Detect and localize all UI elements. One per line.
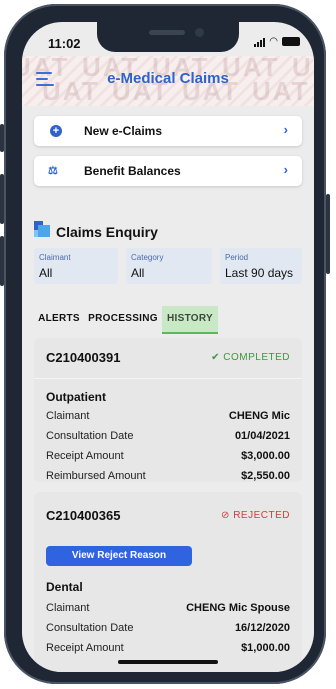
chevron-right-icon: › <box>283 122 288 137</box>
row-label: Claimant <box>46 602 90 614</box>
plus-circle-icon: + <box>50 125 62 137</box>
row-label: Receipt Amount <box>46 450 124 462</box>
wifi-icon: ◠ <box>269 36 278 47</box>
filter-value: Last 90 days <box>225 266 294 280</box>
rejected-icon: ⊘ <box>221 510 230 521</box>
row-value: $3,000.00 <box>241 450 290 462</box>
row-label: Claimant <box>46 410 90 422</box>
row-value: 01/04/2021 <box>234 430 290 442</box>
benefit-balances-button[interactable]: ⚖ Benefit Balances › <box>34 156 302 186</box>
section-title: Claims Enquiry <box>56 224 158 240</box>
check-icon: ✔ <box>211 352 220 363</box>
status-bar: 11:02 ◠ <box>22 32 314 52</box>
category-filter[interactable]: Category All <box>126 248 212 284</box>
filter-value: All <box>131 266 145 280</box>
filter-caption: Claimant <box>39 253 71 262</box>
row-label: Consultation Date <box>46 622 134 634</box>
status-text: COMPLETED <box>223 352 290 363</box>
row-value: CHENG Mic Spouse <box>186 602 290 614</box>
status-badge: ✔ COMPLETED <box>211 352 290 363</box>
signal-icon <box>254 37 266 47</box>
row-label: Consultation Date <box>46 430 134 442</box>
mute-switch <box>0 124 4 152</box>
status-text: REJECTED <box>233 510 290 521</box>
tab-history[interactable]: HISTORY <box>162 306 218 334</box>
page-title: e-Medical Claims <box>107 70 229 87</box>
claim-type: Outpatient <box>46 390 106 404</box>
claim-type: Dental <box>46 580 83 594</box>
tab-alerts[interactable]: ALERTS <box>36 306 82 332</box>
new-eclaims-button[interactable]: + New e-Claims › <box>34 116 302 146</box>
filter-value: All <box>39 266 53 280</box>
chevron-right-icon: › <box>283 162 288 177</box>
row-value: CHENG Mic <box>228 410 290 422</box>
app-header: UAT UAT UAT UAT UAT UAT UAT UAT UAT e-Me… <box>22 56 314 106</box>
claim-id: C210400365 <box>46 508 121 523</box>
period-filter[interactable]: Period Last 90 days <box>220 248 302 284</box>
claim-id: C210400391 <box>46 350 121 365</box>
row-label: Receipt Amount <box>46 642 124 654</box>
claim-card[interactable]: C210400365 ⊘ REJECTED View Reject Reason… <box>34 492 302 672</box>
volume-up-button <box>0 174 4 224</box>
claimant-filter[interactable]: Claimant All <box>34 248 118 284</box>
claim-card[interactable]: C210400391 ✔ COMPLETED Outpatient Claima… <box>34 338 302 482</box>
status-badge: ⊘ REJECTED <box>221 510 290 521</box>
status-time: 11:02 <box>48 36 81 51</box>
row-value: 16/12/2020 <box>234 622 290 634</box>
claims-enquiry-icon <box>34 221 50 237</box>
row-value: $1,000.00 <box>241 642 290 654</box>
claims-tabs: ALERTS PROCESSING HISTORY <box>22 306 314 334</box>
phone-frame: 11:02 ◠ UAT UAT UAT UAT UAT UAT UAT UAT … <box>0 4 330 684</box>
tab-processing[interactable]: PROCESSING <box>88 306 158 332</box>
status-icons: ◠ <box>254 36 300 47</box>
filter-caption: Category <box>131 253 164 262</box>
power-button <box>326 194 330 274</box>
filter-caption: Period <box>225 253 249 262</box>
battery-icon <box>282 37 300 46</box>
view-reject-reason-button[interactable]: View Reject Reason <box>46 546 192 566</box>
home-indicator[interactable] <box>118 660 218 664</box>
volume-down-button <box>0 236 4 286</box>
app-screen: 11:02 ◠ UAT UAT UAT UAT UAT UAT UAT UAT … <box>22 22 314 672</box>
scale-icon: ⚖ <box>48 165 58 177</box>
benefit-balances-label: Benefit Balances <box>84 164 181 178</box>
divider <box>34 378 302 379</box>
row-value: $2,550.00 <box>241 470 290 482</box>
new-eclaims-label: New e-Claims <box>84 124 163 138</box>
row-label: Reimbursed Amount <box>46 470 146 482</box>
